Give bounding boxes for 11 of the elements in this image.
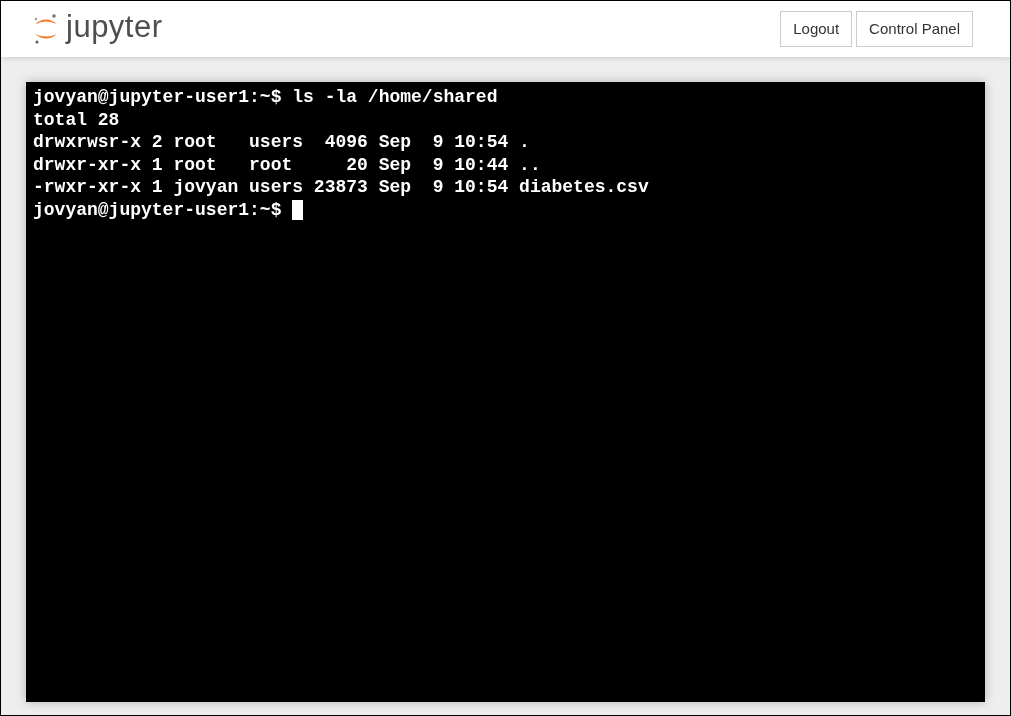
terminal-line: -rwxr-xr-x 1 jovyan users 23873 Sep 9 10:54 diabetes.csv (33, 176, 649, 199)
terminal-prompt: jovyan@jupyter-user1:~$ (33, 198, 282, 221)
logout-button[interactable]: Logout (780, 11, 853, 47)
terminal-line: jovyan@jupyter-user1:~$ ls -la /home/shared (33, 86, 498, 109)
terminal-line: drwxr-xr-x 1 root root 20 Sep 9 10:44 .. (33, 153, 541, 176)
terminal-line: drwxrwsr-x 2 root users 4096 Sep 9 10:54 . (33, 131, 530, 154)
terminal-line: total 28 (33, 108, 120, 131)
terminal-panel[interactable] (26, 82, 985, 702)
control-panel-button[interactable]: Control Panel (856, 11, 973, 47)
terminal-cursor (292, 199, 304, 220)
logo-text: jupyter (66, 10, 163, 46)
